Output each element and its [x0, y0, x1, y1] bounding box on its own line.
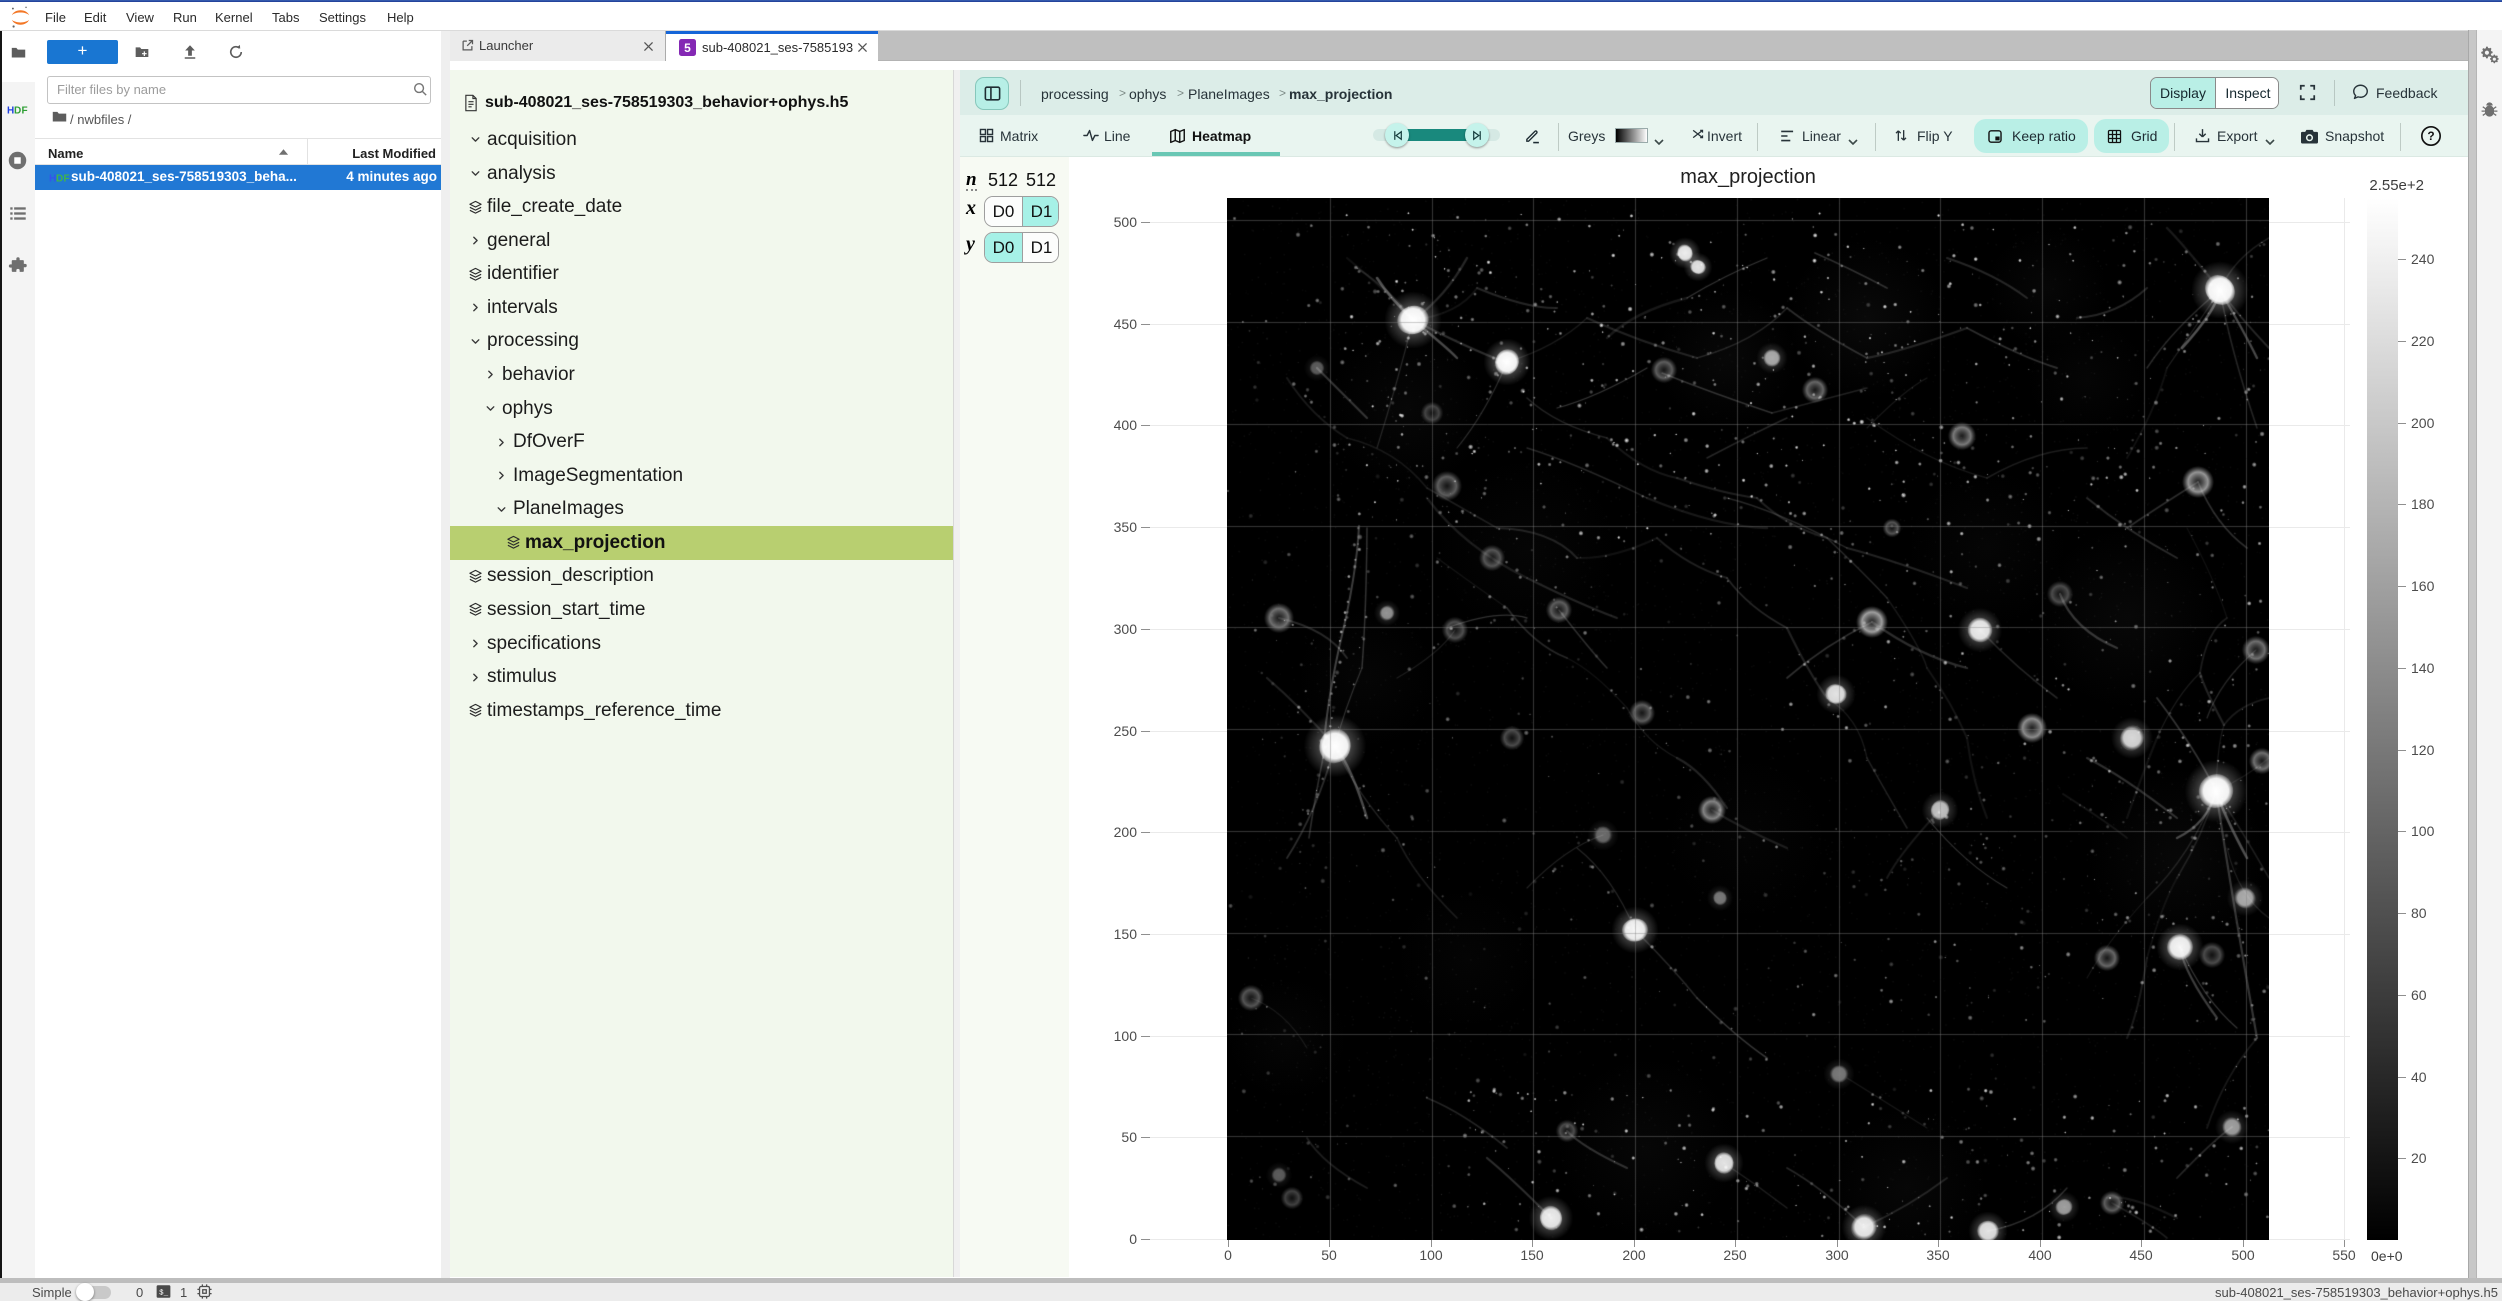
svg-text:D: D: [14, 106, 21, 117]
svg-text:D: D: [56, 174, 63, 185]
svg-text:F: F: [64, 174, 70, 185]
svg-text:5: 5: [684, 41, 691, 55]
svg-text:F: F: [22, 106, 28, 117]
svg-text:H: H: [49, 174, 56, 185]
svg-text:?: ?: [2427, 129, 2434, 143]
svg-text:$_: $_: [159, 1290, 169, 1298]
svg-text:H: H: [7, 106, 14, 117]
